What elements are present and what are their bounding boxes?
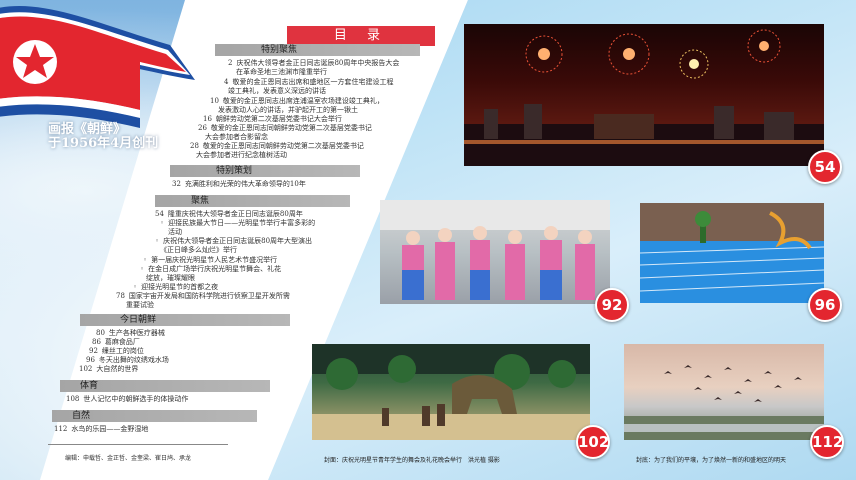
magazine-title-line2: 于1956年4月创刊 [48,136,159,151]
editors-credit: 编辑：申载哲、金正哲、金奎梁、崔日鸠、承龙 [65,455,192,462]
wetland-birds-photo[interactable] [624,344,824,440]
section-label: 今日朝鲜 [120,315,157,325]
section-bar-focus: 聚焦 [155,195,350,207]
toc-entry[interactable]: ◦ 第一届庆祝光明星节人民艺术节盛况举行 [143,256,277,265]
toc-entry[interactable]: 96 冬天出舞的纹绣戏水场 [86,356,169,365]
toc-entry[interactable]: 28 敬爱的金正恩同志同朝鲜劳动党第二次基层党委书记 [190,142,364,151]
toc-entry[interactable]: 92 缫丝工的岗位 [89,347,144,356]
dinosaur-park-icon [312,344,590,440]
toc-entry[interactable]: 78 国家宇宙开发局和国防科学院进行侦察卫星开发所需 [116,292,290,301]
toc-entry[interactable]: ◦ 迎接光明星节的首都之夜 [133,283,218,292]
page-badge-54: 54 [808,150,842,184]
toc-entry[interactable]: 112 水鸟的乐园——金野湿地 [54,425,148,434]
section-bar-nature: 自然 [52,410,257,422]
toc-entry[interactable]: ◦ 庆祝伟大领导者金正日同志诞辰80周年大型演出 [155,237,312,246]
section-bar-today: 今日朝鲜 [80,314,290,326]
pool-photo[interactable] [640,203,824,303]
toc-entry[interactable]: 80 生产各种医疗器械 [96,329,165,338]
section-label: 特别策划 [216,166,253,176]
magazine-title: 画报《朝鲜》 于1956年4月创刊 [48,123,158,151]
fireworks-icon [464,29,824,166]
wetland-birds-icon [624,365,824,440]
workers-icon [380,200,610,300]
toc-heading: 目 录 [287,26,435,46]
toc-entry-cont: 大会参加者进行纪念植树活动 [196,151,287,159]
dprk-flag-icon [0,6,195,128]
toc-entry[interactable]: 86 葛麻食品厂 [92,338,140,347]
toc-entry-cont: 绽放，璀璨耀眼 [146,274,195,282]
toc-entry[interactable]: 102 大自然的世界 [79,365,138,374]
section-label: 聚焦 [191,196,210,206]
toc-entry[interactable]: ◦ 迎接民族最大节日——光明星节举行丰富多彩的 [160,219,315,228]
toc-entry[interactable]: 108 世人记忆中的朝鲜选手的体操动作 [66,395,188,404]
section-bar-special-plan: 特别策划 [170,165,360,177]
cover-front-caption: 封面：庆祝光明星节青年学生的舞会及礼花晚会举行 洪光植 摄影 [324,457,500,464]
section-label: 特别聚焦 [261,45,298,55]
workers-photo[interactable] [380,200,610,304]
section-bar-sports: 体育 [60,380,270,392]
toc-entry-cont: 活动 [168,228,182,236]
toc-entry-cont: 竣工典礼，发表意义深远的讲话 [228,87,326,95]
toc-entry[interactable]: 2 庆祝伟大领导者金正日同志诞辰80周年中央报告大会 [228,59,399,68]
page-badge-92: 92 [595,288,629,322]
toc-entry-cont: 《正日峰多么灿烂》举行 [160,246,237,254]
magazine-title-line1: 画报《朝鲜》 [48,122,127,137]
toc-entry[interactable]: 10 敬爱的金正恩同志出席连浦温室农场建设竣工典礼， [210,97,384,106]
toc-entry-cont: 发表激动人心的讲话，并驴起开工的第一锹土 [218,106,358,114]
section-label: 体育 [80,381,99,391]
toc-entry[interactable]: 32 充满胜利和光荣的伟大革命领导的10年 [172,180,306,189]
page-badge-112: 112 [810,425,844,459]
cover-back-caption: 封底：为了我们的平壤，为了焕然一新的和盛地区的明天 [636,457,787,464]
dinosaur-park-photo[interactable] [312,344,590,440]
toc-entry-cont: 重要试验 [126,301,154,309]
toc-entry[interactable]: 26 敬爱的金正恩同志同朝鲜劳动党第二次基层党委书记 [198,124,372,133]
page-badge-102: 102 [576,425,610,459]
toc-entry[interactable]: ◦ 在金日成广场举行庆祝光明星节舞会、礼花 [140,265,281,274]
page-badge-96: 96 [808,288,842,322]
toc-entry[interactable]: 16 朝鲜劳动党第二次基层党委书记大会举行 [203,115,342,124]
section-bar-special-focus: 特别聚焦 [215,44,420,56]
toc-entry-cont: 在革命圣地三池渊市隆重举行 [236,68,327,76]
pool-icon [640,203,824,303]
toc-entry[interactable]: 4 敬爱的金正恩同志出席和盛地区一方套住宅建设工程 [224,78,393,87]
toc-entry-cont: 大会参加者合影留念 [205,133,268,141]
toc-entry[interactable]: 54 隆重庆祝伟大领导者金正日同志诞辰80周年 [155,210,303,219]
fireworks-photo[interactable] [464,24,824,166]
section-label: 自然 [72,411,91,421]
divider [48,444,228,445]
